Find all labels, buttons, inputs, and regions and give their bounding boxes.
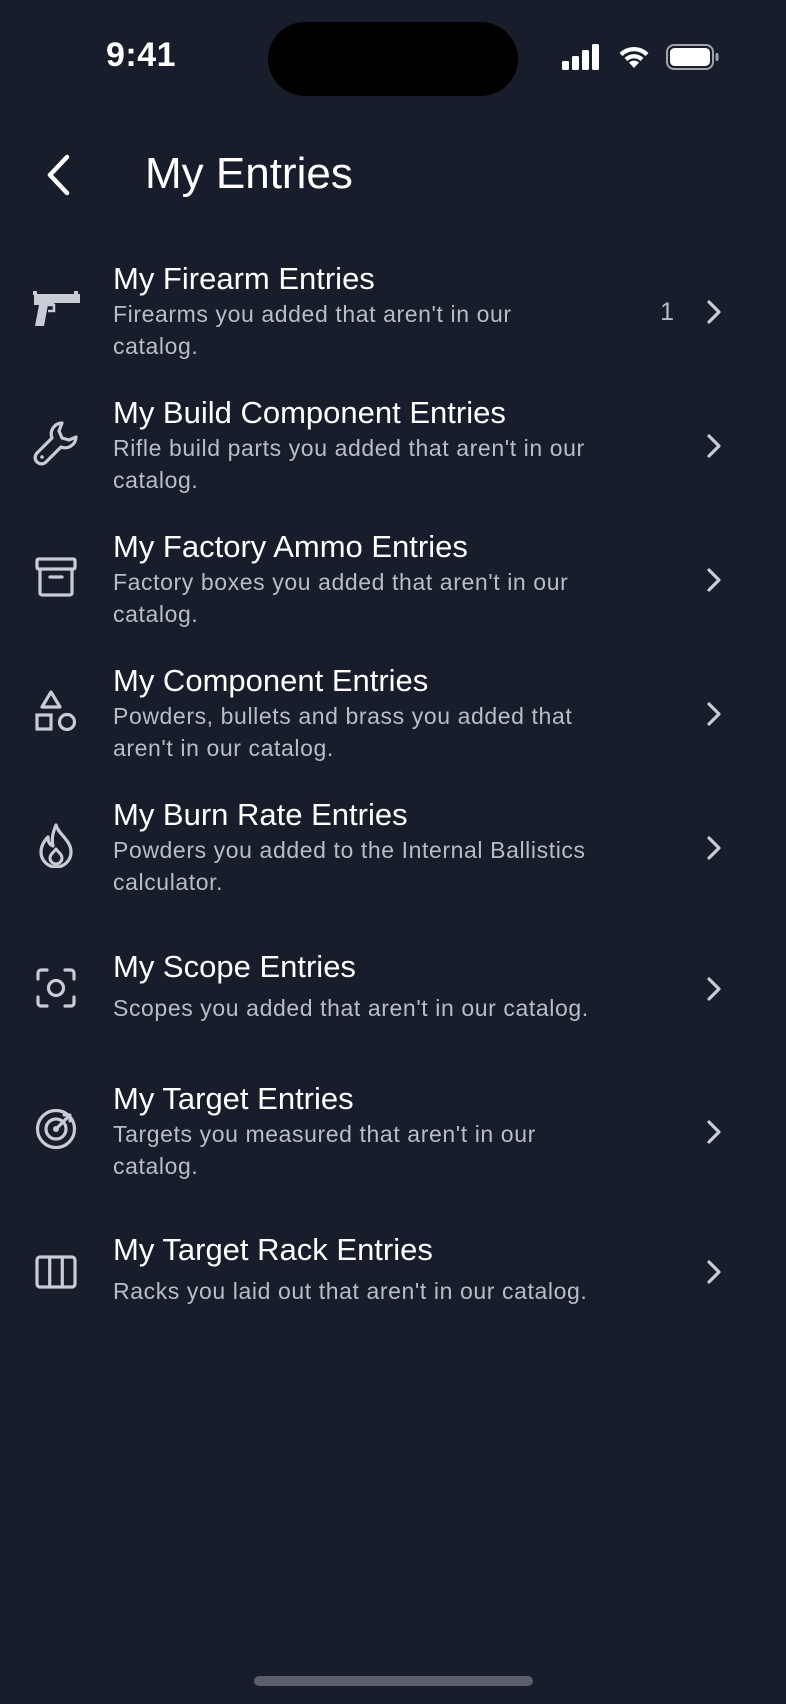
entry-subtitle: Firearms you added that aren't in our ca…	[113, 301, 512, 359]
entry-title: My Component Entries	[113, 663, 429, 698]
chevron-right-icon	[700, 1258, 728, 1286]
entry-subtitle: Rifle build parts you added that aren't …	[113, 435, 585, 493]
archive-box-icon	[28, 549, 84, 605]
entry-row-factory-ammo[interactable]: My Factory Ammo Entries Factory boxes yo…	[0, 526, 786, 636]
entry-subtitle: Factory boxes you added that aren't in o…	[113, 569, 569, 627]
status-icons	[562, 42, 720, 72]
entry-subtitle: Targets you measured that aren't in our …	[113, 1121, 536, 1179]
flame-icon	[28, 817, 84, 873]
chevron-right-icon	[700, 298, 728, 326]
entry-title: My Firearm Entries	[113, 261, 375, 296]
entry-title: My Burn Rate Entries	[113, 797, 408, 832]
wifi-icon	[616, 44, 652, 70]
cellular-signal-icon	[562, 44, 602, 70]
dynamic-island	[268, 22, 518, 96]
shapes-icon	[28, 683, 84, 739]
chevron-right-icon	[700, 566, 728, 594]
entry-row-target[interactable]: My Target Entries Targets you measured t…	[0, 1078, 786, 1188]
chevron-right-icon	[700, 975, 728, 1003]
entry-row-component[interactable]: My Component Entries Powders, bullets an…	[0, 660, 786, 770]
battery-icon	[666, 44, 720, 70]
rack-columns-icon	[28, 1244, 84, 1300]
page-title: My Entries	[145, 149, 353, 198]
chevron-right-icon	[700, 700, 728, 728]
entry-row-target-rack[interactable]: My Target Rack Entries Racks you laid ou…	[0, 1229, 786, 1309]
entry-subtitle: Powders, bullets and brass you added tha…	[113, 703, 573, 761]
home-indicator[interactable]	[254, 1676, 533, 1686]
wrench-icon	[28, 415, 84, 471]
header: My Entries	[0, 140, 786, 210]
entry-subtitle: Scopes you added that aren't in our cata…	[113, 995, 589, 1021]
status-time: 9:41	[106, 36, 177, 74]
scope-focus-icon	[28, 960, 84, 1016]
entry-row-scope[interactable]: My Scope Entries Scopes you added that a…	[0, 946, 786, 1026]
chevron-right-icon	[700, 834, 728, 862]
entry-title: My Scope Entries	[113, 949, 356, 984]
entry-row-firearm[interactable]: My Firearm Entries Firearms you added th…	[0, 258, 786, 368]
back-button[interactable]	[34, 150, 84, 200]
pistol-icon	[28, 281, 84, 337]
entry-subtitle: Racks you laid out that aren't in our ca…	[113, 1278, 588, 1304]
target-icon	[28, 1101, 84, 1157]
chevron-right-icon	[700, 1118, 728, 1146]
chevron-left-icon	[45, 154, 73, 196]
entry-title: My Factory Ammo Entries	[113, 529, 468, 564]
entry-row-burn-rate[interactable]: My Burn Rate Entries Powders you added t…	[0, 794, 786, 904]
entry-row-build-component[interactable]: My Build Component Entries Rifle build p…	[0, 392, 786, 502]
status-bar: 9:41	[0, 0, 786, 120]
entry-title: My Build Component Entries	[113, 395, 506, 430]
entry-count-badge: 1	[660, 298, 674, 326]
entry-title: My Target Entries	[113, 1081, 354, 1116]
entry-title: My Target Rack Entries	[113, 1232, 433, 1267]
chevron-right-icon	[700, 432, 728, 460]
entry-subtitle: Powders you added to the Internal Ballis…	[113, 837, 586, 895]
